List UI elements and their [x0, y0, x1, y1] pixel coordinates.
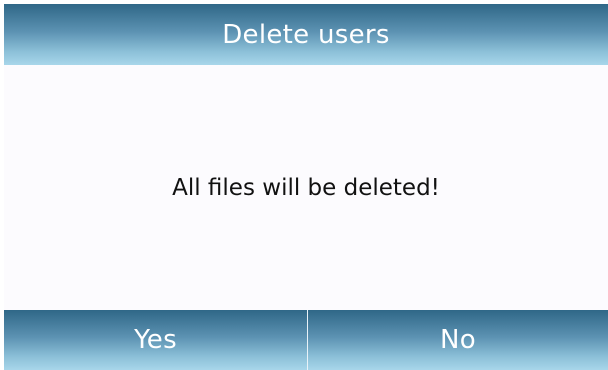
- delete-users-dialog: Delete users All files will be deleted! …: [4, 4, 608, 370]
- dialog-footer: Yes No: [4, 310, 608, 370]
- dialog-body: All files will be deleted!: [4, 65, 608, 310]
- yes-button[interactable]: Yes: [4, 310, 307, 370]
- dialog-message: All files will be deleted!: [172, 174, 440, 201]
- dialog-header: Delete users: [4, 4, 608, 65]
- no-button[interactable]: No: [308, 310, 608, 370]
- dialog-title: Delete users: [222, 19, 390, 50]
